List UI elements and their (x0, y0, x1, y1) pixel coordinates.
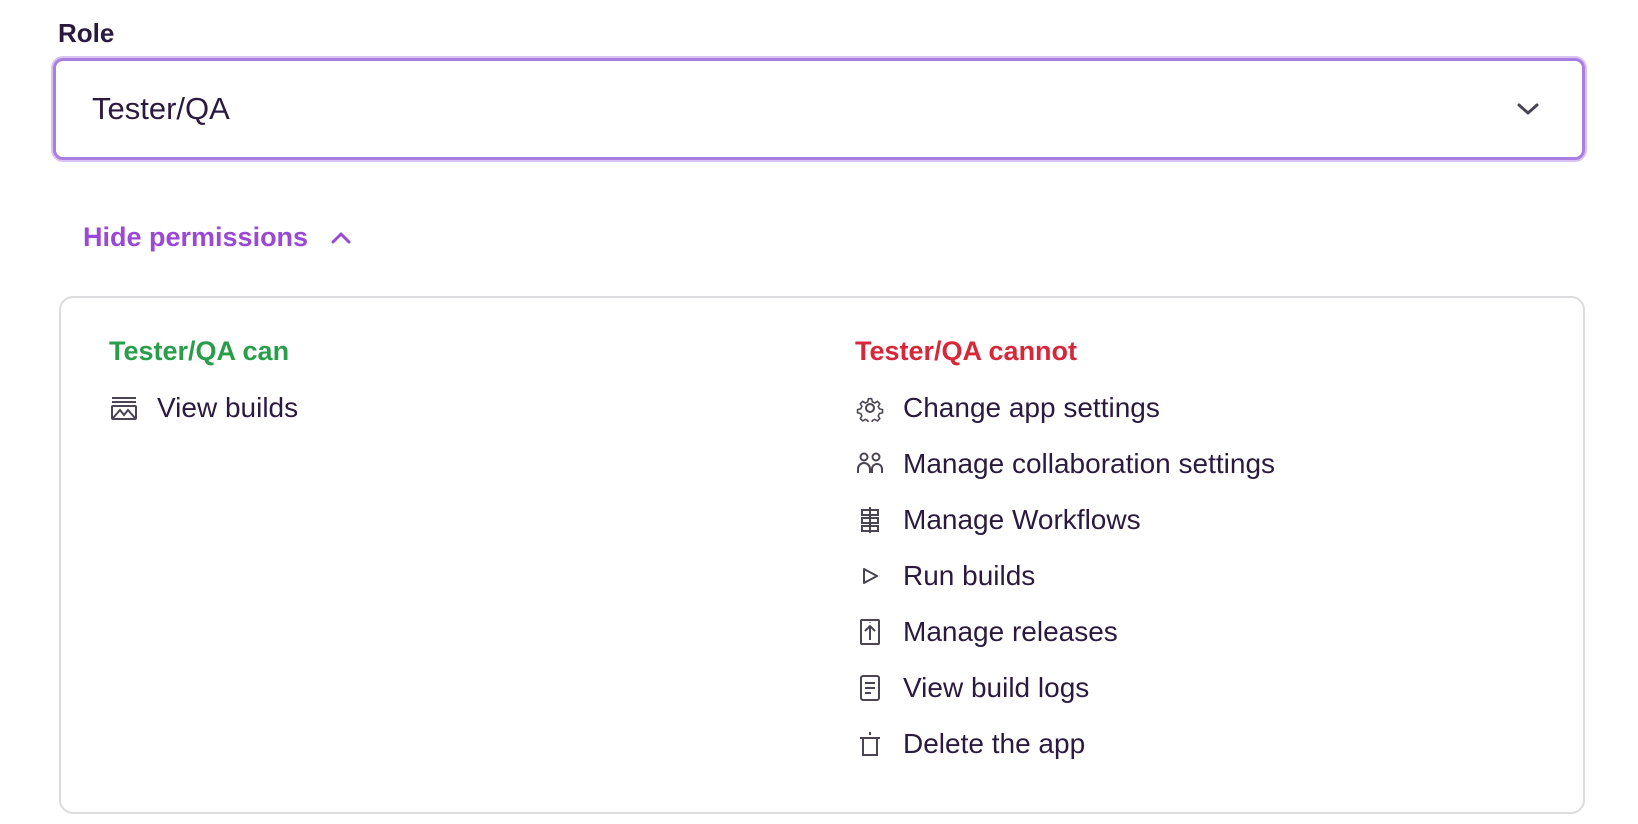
role-select-value: Tester/QA (92, 91, 230, 126)
permission-label: View build logs (903, 672, 1090, 703)
permission-item: View builds (109, 380, 298, 436)
permission-label: Run builds (903, 560, 1036, 591)
document-icon (855, 673, 885, 703)
permission-label: Change app settings (903, 392, 1160, 423)
permission-item: Manage Workflows (855, 492, 1275, 548)
permission-item: Delete the app (855, 716, 1275, 772)
hide-permissions-label: Hide permissions (83, 222, 309, 252)
permission-label: View builds (157, 392, 299, 423)
permission-item: View build logs (855, 660, 1275, 716)
permission-label: Manage collaboration settings (903, 448, 1276, 479)
hide-permissions-toggle[interactable]: Hide permissions (83, 222, 354, 253)
role-select[interactable]: Tester/QA (53, 58, 1585, 160)
permission-label: Delete the app (903, 728, 1086, 759)
trash-icon (855, 729, 885, 759)
builds-icon (109, 393, 139, 423)
release-icon (855, 617, 885, 647)
users-icon (855, 449, 885, 479)
permission-item: Manage releases (855, 604, 1275, 660)
gear-icon (855, 393, 885, 423)
permission-item: Run builds (855, 548, 1275, 604)
permissions-cannot-column: Tester/QA cannot Change app settings Man… (855, 334, 1275, 772)
role-label: Role (58, 18, 115, 48)
permission-item: Manage collaboration settings (855, 436, 1275, 492)
permission-label: Manage Workflows (903, 504, 1141, 535)
chevron-down-icon (1514, 95, 1542, 123)
workflow-icon (855, 505, 885, 535)
chevron-up-icon (328, 225, 354, 251)
permission-item: Change app settings (855, 380, 1275, 436)
permissions-can-column: Tester/QA can View builds (109, 334, 298, 436)
permission-label: Manage releases (903, 616, 1118, 647)
permissions-cannot-title: Tester/QA cannot (855, 336, 1078, 366)
permissions-can-title: Tester/QA can (109, 336, 290, 366)
play-icon (855, 561, 885, 591)
permissions-panel: Tester/QA can View builds Tester/QA cann… (59, 296, 1585, 814)
